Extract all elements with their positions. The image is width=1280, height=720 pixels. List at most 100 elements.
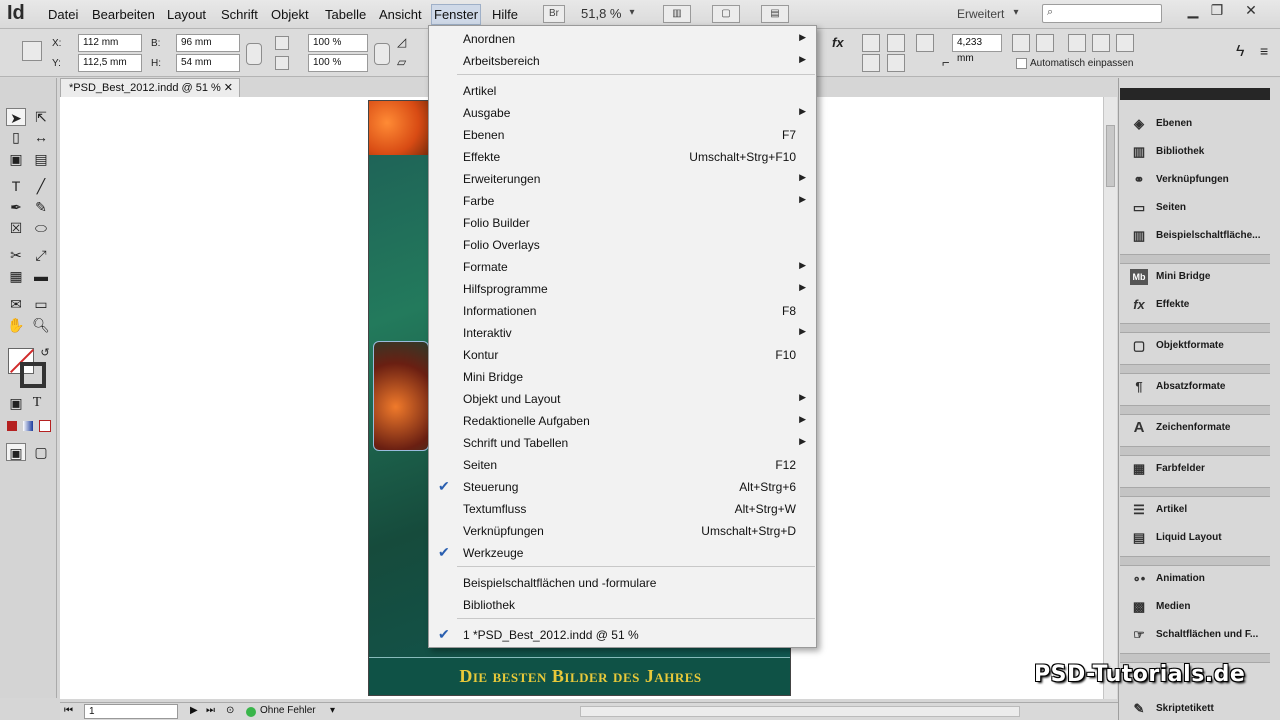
menu-hilfe[interactable]: Hilfe bbox=[490, 6, 520, 24]
reference-point-icon[interactable] bbox=[22, 41, 42, 61]
panel-beispielschaltflaechen[interactable]: ▥ Beispielschaltfläche... bbox=[1120, 225, 1270, 247]
menu-fenster[interactable]: Fenster bbox=[431, 4, 482, 25]
free-transform-tool-icon[interactable]: ⤢ bbox=[31, 246, 51, 264]
panel-effekte[interactable]: fx Effekte bbox=[1120, 294, 1270, 316]
hand-tool-icon[interactable]: ✋ bbox=[6, 316, 26, 334]
menu-item-formate[interactable]: Formate ▶ bbox=[429, 256, 816, 278]
panel-objektformate[interactable]: ▢ Objektformate bbox=[1120, 335, 1270, 357]
help-search-input[interactable]: ⌕ bbox=[1042, 4, 1162, 23]
menu-item-effekte[interactable]: Effekte Umschalt+Strg+F10 bbox=[429, 146, 816, 168]
panel-skriptetikett[interactable]: ✎ Skriptetikett bbox=[1120, 698, 1270, 720]
panel-farbfelder[interactable]: ▦ Farbfelder bbox=[1120, 458, 1270, 480]
lightning-icon[interactable]: ϟ bbox=[1236, 43, 1244, 61]
zoom-level[interactable]: 51,8 % bbox=[581, 6, 621, 21]
pencil-tool-icon[interactable]: ✎ bbox=[31, 198, 51, 216]
workspace-dropdown-icon[interactable]: ▾ bbox=[1010, 5, 1022, 23]
menu-item-schrift-und-tabellen[interactable]: Schrift und Tabellen ▶ bbox=[429, 432, 816, 454]
menu-item-farbe[interactable]: Farbe ▶ bbox=[429, 190, 816, 212]
flower-photo-middle[interactable] bbox=[373, 341, 429, 451]
panel-group-divider[interactable] bbox=[1120, 556, 1270, 566]
panel-animation[interactable]: ∘• Animation bbox=[1120, 568, 1270, 590]
panel-verknuepfungen[interactable]: ⚭ Verknüpfungen bbox=[1120, 169, 1270, 191]
apply-color-icon[interactable] bbox=[7, 421, 17, 431]
menu-item-redaktionelle-aufgaben[interactable]: Redaktionelle Aufgaben ▶ bbox=[429, 410, 816, 432]
menu-item-hilfsprogramme[interactable]: Hilfsprogramme ▶ bbox=[429, 278, 816, 300]
menu-item-ausgabe[interactable]: Ausgabe ▶ bbox=[429, 102, 816, 124]
direct-selection-tool-icon[interactable]: ⇱ bbox=[31, 108, 51, 126]
menu-item-werkzeuge[interactable]: ✔ Werkzeuge bbox=[429, 542, 816, 564]
zoom-dropdown-icon[interactable]: ▾ bbox=[625, 5, 639, 23]
formatting-container-icon[interactable]: ▣ bbox=[6, 394, 26, 412]
menu-item-bibliothek[interactable]: Bibliothek bbox=[429, 594, 816, 616]
pen-tool-icon[interactable]: ✒ bbox=[6, 198, 26, 216]
menu-item-objekt-und-layout[interactable]: Objekt und Layout ▶ bbox=[429, 388, 816, 410]
gap-tool-icon[interactable]: ↔ bbox=[31, 128, 51, 146]
gradient-swatch-tool-icon[interactable]: ▦ bbox=[6, 267, 26, 285]
menu-item-steuerung[interactable]: ✔ Steuerung Alt+Strg+6 bbox=[429, 476, 816, 498]
view-options-icon[interactable]: ▥ bbox=[663, 5, 691, 23]
line-tool-icon[interactable]: ╱ bbox=[31, 177, 51, 195]
menu-item-seiten[interactable]: Seiten F12 bbox=[429, 454, 816, 476]
preflight-dropdown-icon[interactable]: ▾ bbox=[330, 705, 335, 716]
restore-icon[interactable]: ❐ bbox=[1206, 2, 1228, 22]
constrain-proportions-icon[interactable] bbox=[246, 43, 262, 65]
swap-colors-icon[interactable]: ↺ bbox=[35, 344, 55, 362]
document-tab[interactable]: *PSD_Best_2012.indd @ 51 % ✕ bbox=[60, 78, 240, 97]
stroke-weight-field[interactable]: 4,233 mm bbox=[952, 34, 1002, 64]
menu-objekt[interactable]: Objekt bbox=[269, 6, 311, 24]
note-tool-icon[interactable]: ✉ bbox=[6, 295, 26, 313]
apply-gradient-icon[interactable] bbox=[23, 421, 33, 431]
selection-tool-icon[interactable]: ➤ bbox=[6, 108, 26, 126]
panel-group-divider[interactable] bbox=[1120, 254, 1270, 264]
panel-absatzformate[interactable]: ¶ Absatzformate bbox=[1120, 376, 1270, 398]
menu-item-interaktiv[interactable]: Interaktiv ▶ bbox=[429, 322, 816, 344]
scale-x-field[interactable]: 100 % bbox=[308, 34, 368, 52]
panel-group-divider[interactable] bbox=[1120, 364, 1270, 374]
fit-frame-icon[interactable] bbox=[1036, 34, 1054, 52]
menu-tabelle[interactable]: Tabelle bbox=[323, 6, 368, 24]
content-placer-icon[interactable]: ▤ bbox=[31, 150, 51, 168]
menu-schrift[interactable]: Schrift bbox=[219, 6, 260, 24]
align-left-icon[interactable] bbox=[862, 34, 880, 52]
align-bottom-icon[interactable] bbox=[887, 54, 905, 72]
align-center-icon[interactable] bbox=[887, 34, 905, 52]
horizontal-scrollbar[interactable] bbox=[580, 706, 1020, 717]
panel-group-divider[interactable] bbox=[1120, 405, 1270, 415]
menu-item-informationen[interactable]: Informationen F8 bbox=[429, 300, 816, 322]
shear-icon[interactable]: ▱ bbox=[397, 55, 406, 69]
formatting-text-icon[interactable]: T bbox=[27, 394, 47, 412]
rotate-icon[interactable]: ◿ bbox=[397, 35, 406, 49]
bridge-button[interactable]: Br bbox=[543, 5, 565, 23]
menu-item-erweiterungen[interactable]: Erweiterungen ▶ bbox=[429, 168, 816, 190]
menu-item-textumfluss[interactable]: Textumfluss Alt+Strg+W bbox=[429, 498, 816, 520]
menu-item-folio-overlays[interactable]: Folio Overlays bbox=[429, 234, 816, 256]
height-field[interactable]: 54 mm bbox=[176, 54, 240, 72]
measure-tool-icon[interactable]: ▭ bbox=[31, 295, 51, 313]
auto-fit-checkbox[interactable] bbox=[1016, 58, 1027, 69]
rectangle-frame-tool-icon[interactable]: ☒ bbox=[6, 219, 26, 237]
open-page-icon[interactable]: ⊙ bbox=[226, 705, 234, 716]
first-page-icon[interactable]: ⏮ bbox=[64, 705, 73, 716]
zoom-tool-icon[interactable]: 🔍︎ bbox=[31, 316, 51, 334]
menu-item-beispielschaltflächen-und-formulare[interactable]: Beispielschaltflächen und -formulare bbox=[429, 572, 816, 594]
panel-seiten[interactable]: ▭ Seiten bbox=[1120, 197, 1270, 219]
panel-zeichenformate[interactable]: A Zeichenformate bbox=[1120, 417, 1270, 439]
constrain-scale-icon[interactable] bbox=[374, 43, 390, 65]
next-page-icon[interactable]: ▶ bbox=[190, 705, 198, 716]
menu-bearbeiten[interactable]: Bearbeiten bbox=[90, 6, 157, 24]
panel-bibliothek[interactable]: ▥ Bibliothek bbox=[1120, 141, 1270, 163]
y-position-field[interactable]: 112,5 mm bbox=[78, 54, 142, 72]
content-collector-icon[interactable]: ▣ bbox=[6, 150, 26, 168]
panel-mini-bridge[interactable]: Mb Mini Bridge bbox=[1120, 266, 1270, 288]
panel-group-divider[interactable] bbox=[1120, 487, 1270, 497]
gradient-feather-tool-icon[interactable]: ▬ bbox=[31, 267, 51, 285]
corner-options-icon[interactable]: ⌐ bbox=[942, 55, 950, 70]
minimize-icon[interactable]: ▁ bbox=[1182, 2, 1204, 22]
panel-schaltflaechen[interactable]: ☞ Schaltflächen und F... bbox=[1120, 624, 1270, 646]
normal-view-icon[interactable]: ▣ bbox=[6, 443, 26, 461]
stroke-swatch[interactable] bbox=[20, 362, 46, 388]
panel-group-divider[interactable] bbox=[1120, 323, 1270, 333]
ellipse-tool-icon[interactable]: ⬭ bbox=[31, 219, 51, 237]
panel-ebenen[interactable]: ◈ Ebenen bbox=[1120, 113, 1270, 135]
panel-artikel[interactable]: ☰ Artikel bbox=[1120, 499, 1270, 521]
